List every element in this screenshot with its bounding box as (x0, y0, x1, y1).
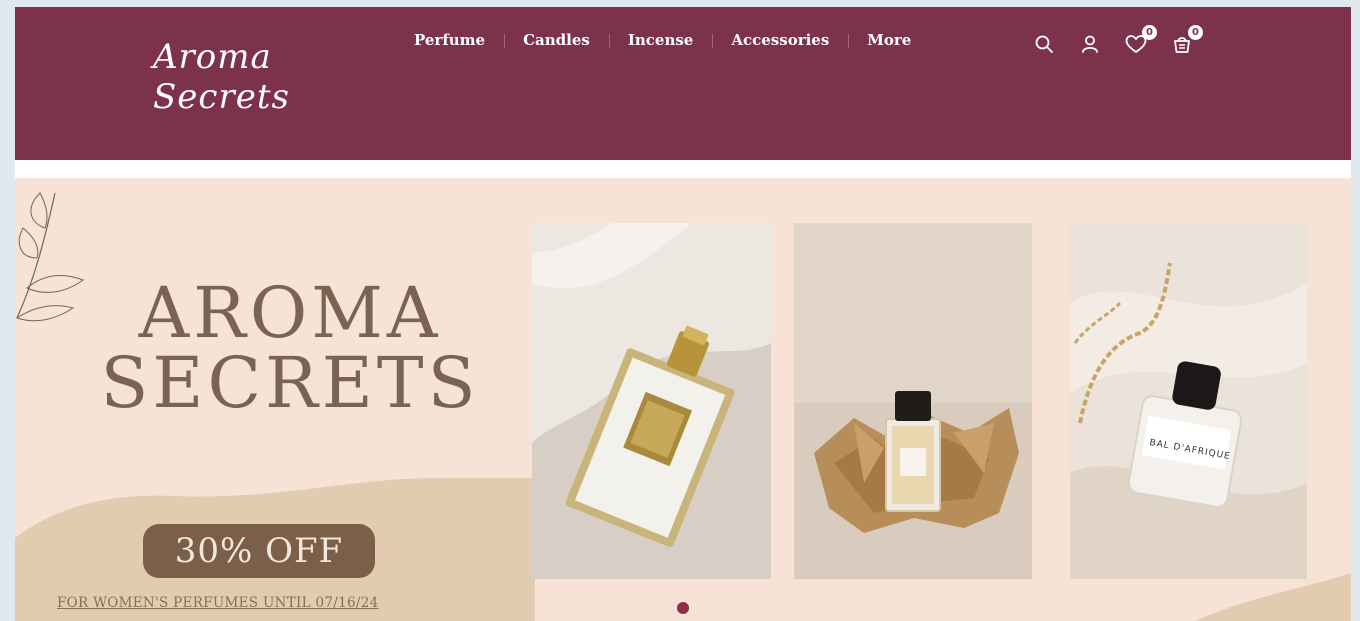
site-header: Aroma Secrets Perfume Candles Incense Ac… (15, 7, 1351, 160)
search-icon[interactable] (1031, 31, 1057, 57)
header-icons: 0 0 (1031, 25, 1215, 57)
nav-item-perfume[interactable]: Perfume (395, 31, 504, 49)
nav-item-incense[interactable]: Incense (608, 31, 713, 49)
carousel-dot-active[interactable] (677, 602, 689, 614)
main-nav: Perfume Candles Incense Accessories More (395, 31, 930, 49)
nav-item-more[interactable]: More (848, 31, 930, 49)
cart-count-badge: 0 (1188, 25, 1203, 40)
product-photo-3[interactable]: BAL D'AFRIQUE (1070, 223, 1307, 579)
discount-badge-button[interactable]: 30% OFF (143, 524, 375, 578)
hero-title-line-1: AROMA (138, 272, 442, 354)
user-icon[interactable] (1077, 31, 1103, 57)
product-photo-1[interactable] (532, 223, 771, 579)
hero-banner: AROMA SECRETS 30% OFF FOR WOMEN'S PERFUM… (15, 178, 1351, 621)
hero-title: AROMA SECRETS (95, 278, 485, 418)
nav-item-candles[interactable]: Candles (504, 31, 609, 49)
hero-title-line-2: SECRETS (100, 342, 480, 424)
wishlist-button[interactable]: 0 (1123, 25, 1157, 57)
product-photo-2[interactable] (794, 223, 1032, 579)
leaf-branch-icon (15, 192, 85, 322)
logo-line-1: Aroma (153, 37, 272, 77)
offer-terms-link[interactable]: FOR WOMEN'S PERFUMES UNTIL 07/16/24 (57, 595, 379, 611)
nav-item-accessories[interactable]: Accessories (712, 31, 848, 49)
page: Aroma Secrets Perfume Candles Incense Ac… (15, 7, 1351, 621)
logo-line-2: Secrets (153, 77, 290, 117)
site-logo[interactable]: Aroma Secrets (153, 37, 290, 117)
wishlist-count-badge: 0 (1142, 25, 1157, 40)
cart-button[interactable]: 0 (1169, 25, 1203, 57)
